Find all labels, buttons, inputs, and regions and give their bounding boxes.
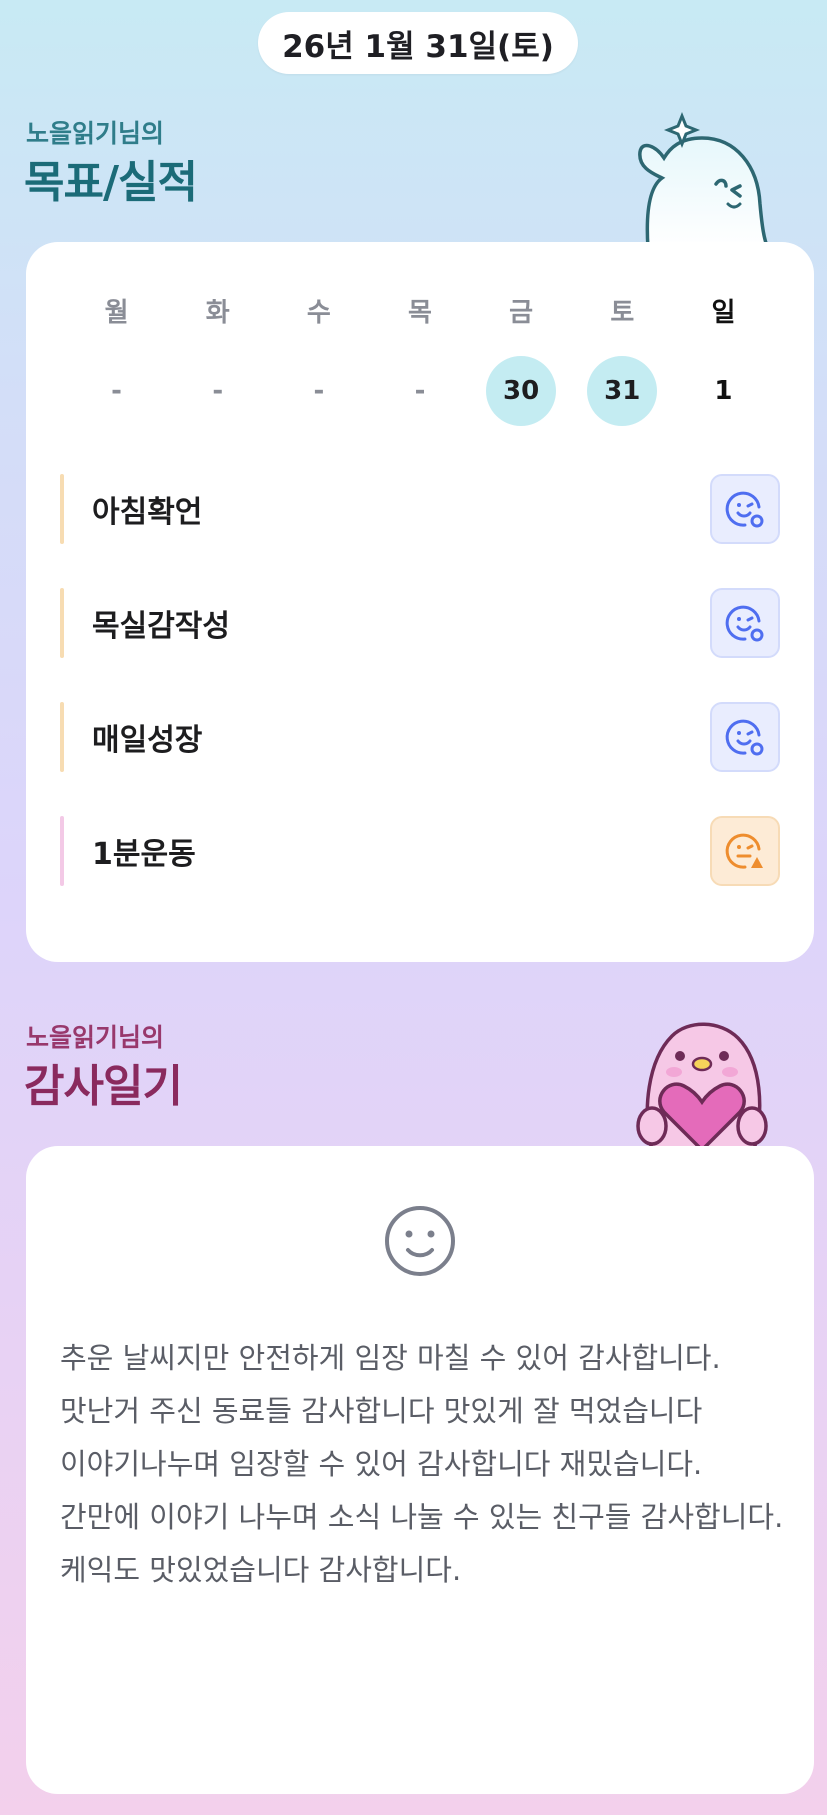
date-fri[interactable]: 30 (471, 356, 572, 426)
smile-face-icon (385, 1206, 455, 1276)
diary-text: 추운 날씨지만 안전하게 임장 마칠 수 있어 감사합니다. 맛난거 주신 동료… (60, 1341, 784, 1587)
goal-status-button[interactable] (710, 702, 780, 772)
goal-label: 아침확언 (92, 495, 203, 530)
date-text: 26년 1월 31일(토) (282, 28, 554, 65)
week-dates: - - - - 30 31 1 (66, 356, 774, 426)
gratitude-owner: 노을읽기님의 (26, 1023, 165, 1052)
date-sun[interactable]: 1 (673, 356, 774, 426)
goals-owner: 노을읽기님의 (26, 119, 165, 148)
smile-warning-icon (725, 833, 763, 869)
ghost-mascot-icon (638, 111, 770, 248)
goal-label: 1분운동 (92, 837, 196, 872)
goal-item[interactable]: 1분운동 (60, 816, 780, 886)
date-thu: - (369, 356, 470, 426)
date-tue: - (167, 356, 268, 426)
goal-item[interactable]: 아침확언 (60, 474, 780, 544)
weekday-tue: 화 (205, 298, 230, 328)
gratitude-diary-card: 추운 날씨지만 안전하게 임장 마칠 수 있어 감사합니다. 맛난거 주신 동료… (26, 1146, 814, 1794)
weekday-thu: 목 (408, 298, 432, 328)
date-tue-label: - (212, 376, 224, 406)
goal-status-button[interactable] (710, 816, 780, 886)
goal-label: 목실감작성 (92, 609, 230, 644)
date-wed: - (268, 356, 369, 426)
goal-accent-bar (60, 588, 64, 658)
goals-card: 월 화 수 목 금 토 일 - - - - 30 31 1 아침확언 목실감작성 (26, 242, 814, 962)
date-display[interactable]: 26년 1월 31일(토) (258, 12, 578, 74)
date-mon: - (66, 356, 167, 426)
weekday-sun: 일 (711, 298, 736, 328)
goal-accent-bar (60, 702, 64, 772)
smile-check-icon (725, 719, 764, 756)
goal-item[interactable]: 매일성장 (60, 702, 780, 772)
date-mon-label: - (111, 376, 122, 406)
goal-status-button[interactable] (710, 588, 780, 658)
weekday-sat: 토 (610, 298, 635, 328)
smile-check-icon (725, 605, 764, 642)
gratitude-title: 감사일기 (24, 1061, 183, 1112)
goal-item[interactable]: 목실감작성 (60, 588, 780, 658)
goal-accent-bar (60, 816, 64, 886)
date-wed-label: - (313, 376, 325, 406)
heart-mascot-icon (636, 1022, 768, 1150)
weekday-mon: 월 (104, 298, 129, 328)
date-fri-label[interactable]: 30 (486, 356, 557, 426)
goal-label: 매일성장 (92, 723, 203, 758)
weekday-fri: 금 (509, 298, 534, 328)
goal-accent-bar (60, 474, 64, 544)
date-sun-label[interactable]: 1 (714, 376, 732, 406)
date-thu-label: - (414, 376, 426, 406)
smile-check-icon (725, 491, 764, 528)
date-sat[interactable]: 31 (572, 356, 673, 426)
goals-title: 목표/실적 (24, 157, 198, 208)
weekday-wed: 수 (306, 298, 331, 328)
goal-status-button[interactable] (710, 474, 780, 544)
date-sat-label[interactable]: 31 (587, 356, 658, 426)
weekday-header: 월 화 수 목 금 토 일 (66, 292, 774, 329)
